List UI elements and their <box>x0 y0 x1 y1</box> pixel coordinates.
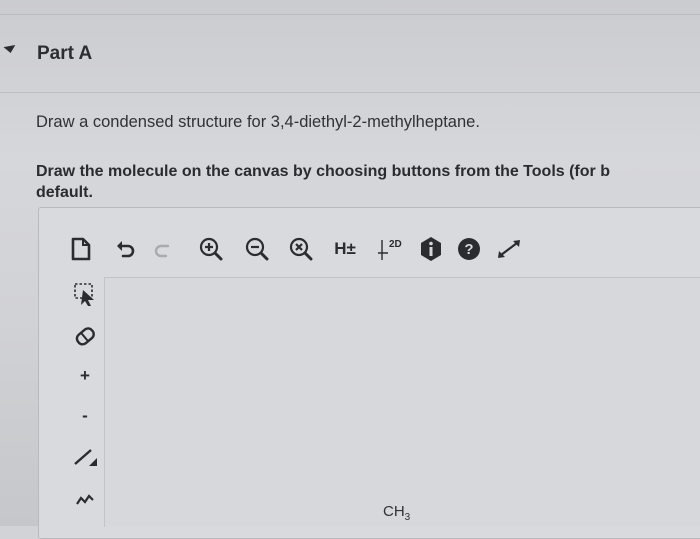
left-tool-palette: + - <box>60 276 112 526</box>
new-document-icon[interactable] <box>66 232 96 266</box>
chain-tool-icon[interactable] <box>60 480 110 516</box>
collapse-caret-icon[interactable] <box>3 45 17 54</box>
zoom-out-icon[interactable] <box>242 232 272 266</box>
clean-2d-button[interactable]: 2D <box>374 232 408 266</box>
info-icon[interactable] <box>416 232 446 266</box>
clean-2d-label: 2D <box>389 239 402 250</box>
redo-icon[interactable] <box>148 232 178 266</box>
zoom-in-icon[interactable] <box>196 232 226 266</box>
question-instructions: Draw the molecule on the canvas by choos… <box>36 161 610 203</box>
atom-subscript: 3 <box>404 512 411 523</box>
undo-icon[interactable] <box>111 232 141 266</box>
single-bond-icon[interactable] <box>60 438 110 474</box>
question-prompt: Draw a condensed structure for 3,4-dieth… <box>36 113 480 131</box>
fullscreen-icon[interactable] <box>494 232 524 266</box>
drawing-canvas[interactable] <box>104 277 700 527</box>
explicit-hydrogens-button[interactable]: H± <box>328 232 362 266</box>
ch3-atom-label[interactable]: CH3 <box>383 503 410 523</box>
instruction-line-2: default. <box>36 184 93 201</box>
selection-tool-icon[interactable] <box>60 276 110 312</box>
svg-text:?: ? <box>464 241 473 258</box>
explicit-hydrogens-icon: H± <box>334 239 356 258</box>
part-title[interactable]: Part A <box>37 43 92 65</box>
page: Part A Draw a condensed structure for 3,… <box>0 0 700 539</box>
reset-zoom-icon[interactable] <box>286 232 316 266</box>
atom-symbol: CH <box>383 503 405 520</box>
plus-charge-icon[interactable]: + <box>60 358 110 394</box>
section-divider <box>0 92 700 93</box>
top-divider <box>0 14 700 15</box>
instruction-line-1: Draw the molecule on the canvas by choos… <box>36 163 610 180</box>
editor-toolbar: H± 2D ? <box>56 232 526 268</box>
eraser-icon[interactable] <box>60 318 110 354</box>
minus-charge-icon[interactable]: - <box>60 398 110 434</box>
help-icon[interactable]: ? <box>454 232 484 266</box>
